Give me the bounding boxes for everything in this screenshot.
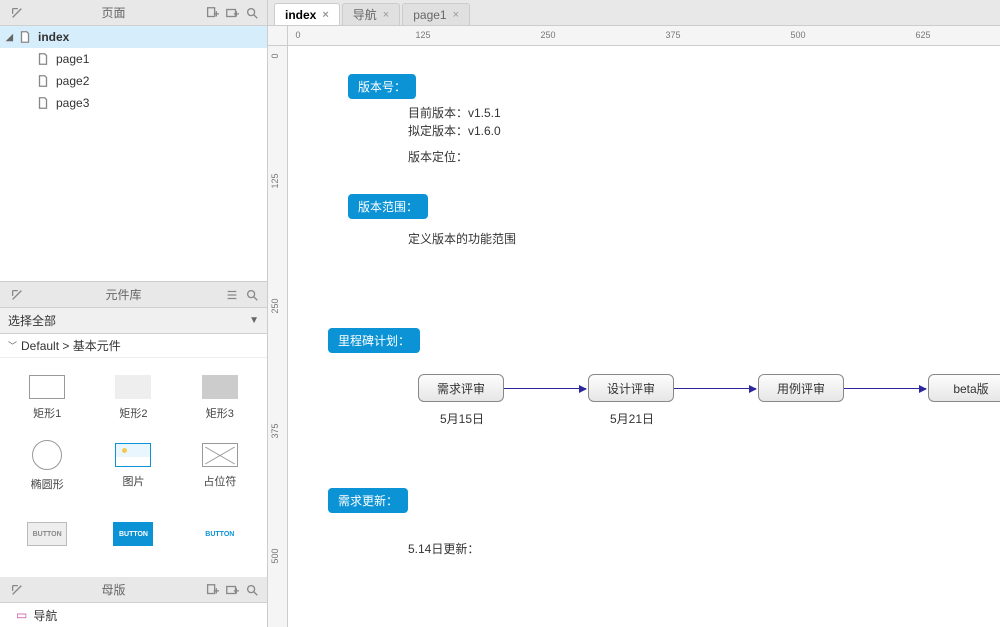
- text-version-position[interactable]: 版本定位：: [408, 148, 468, 167]
- connector-arrow[interactable]: [674, 388, 756, 389]
- editor-tabs: index× 导航× page1×: [268, 0, 1000, 26]
- add-page-icon[interactable]: [203, 4, 221, 22]
- widget-rect1[interactable]: 矩形1: [4, 366, 90, 430]
- badge-version[interactable]: 版本号：: [348, 74, 416, 99]
- caret-icon[interactable]: ◢: [6, 32, 18, 43]
- collapse-icon[interactable]: [8, 286, 26, 304]
- widget-button3[interactable]: BUTTON: [177, 502, 263, 566]
- left-sidebar: 页面 ◢ index page1 page2 page3 元件库 选择全部: [0, 0, 268, 627]
- master-label: 导航: [33, 607, 57, 624]
- page-label: page1: [56, 52, 89, 66]
- connector-arrow[interactable]: [844, 388, 926, 389]
- search-icon[interactable]: [243, 286, 261, 304]
- master-icon: ▭: [16, 608, 27, 622]
- search-icon[interactable]: [243, 4, 261, 22]
- tab-page1[interactable]: page1×: [402, 3, 470, 25]
- widget-ellipse[interactable]: 椭圆形: [4, 434, 90, 498]
- add-folder-icon[interactable]: [223, 581, 241, 599]
- pages-panel-title: 页面: [26, 4, 201, 21]
- text-current-version[interactable]: 目前版本：v1.5.1: [408, 104, 501, 123]
- library-path: Default > 基本元件: [21, 337, 121, 354]
- add-folder-icon[interactable]: [223, 4, 241, 22]
- widgets-panel-header: 元件库: [0, 282, 267, 308]
- ruler-corner: [268, 26, 288, 46]
- page-label: index: [38, 30, 69, 44]
- page-icon: [18, 30, 32, 44]
- canvas[interactable]: 版本号： 目前版本：v1.5.1 拟定版本：v1.6.0 版本定位： 版本范围：…: [288, 46, 1000, 627]
- page-icon: [36, 74, 50, 88]
- text-proposed-version[interactable]: 拟定版本：v1.6.0: [408, 122, 501, 141]
- masters-panel-header: 母版: [0, 577, 267, 603]
- page-label: page2: [56, 74, 89, 88]
- collapse-icon[interactable]: [8, 4, 26, 22]
- tab-index[interactable]: index×: [274, 3, 340, 25]
- library-category[interactable]: ﹀ Default > 基本元件: [0, 334, 267, 358]
- badge-scope[interactable]: 版本范围：: [348, 194, 428, 219]
- widget-image[interactable]: 图片: [90, 434, 176, 498]
- text-scope[interactable]: 定义版本的功能范围: [408, 230, 516, 249]
- page-tree-item[interactable]: page3: [0, 92, 267, 114]
- widgets-panel-title: 元件库: [26, 286, 221, 303]
- widget-button2[interactable]: BUTTON: [90, 502, 176, 566]
- canvas-area: index× 导航× page1× 0 125 250 375 500 625 …: [268, 0, 1000, 627]
- milestone-node[interactable]: 设计评审: [588, 374, 674, 402]
- search-icon[interactable]: [243, 581, 261, 599]
- badge-updates[interactable]: 需求更新：: [328, 488, 408, 513]
- library-selector-label: 选择全部: [8, 312, 56, 329]
- page-tree-item[interactable]: page1: [0, 48, 267, 70]
- master-item[interactable]: ▭ 导航: [0, 603, 267, 627]
- page-label: page3: [56, 96, 89, 110]
- masters-panel-title: 母版: [26, 581, 201, 598]
- connector-arrow[interactable]: [504, 388, 586, 389]
- library-selector[interactable]: 选择全部 ▼: [0, 308, 267, 334]
- milestone-date[interactable]: 5月15日: [440, 410, 484, 429]
- vertical-ruler[interactable]: 0 125 250 375 500 625: [268, 46, 288, 627]
- milestone-node[interactable]: beta版: [928, 374, 1000, 402]
- add-master-icon[interactable]: [203, 581, 221, 599]
- caret-icon: ﹀: [8, 339, 17, 352]
- close-icon[interactable]: ×: [322, 9, 328, 21]
- ruler-row: 0 125 250 375 500 625 750: [268, 26, 1000, 46]
- close-icon[interactable]: ×: [453, 9, 459, 21]
- widget-rect2[interactable]: 矩形2: [90, 366, 176, 430]
- page-tree-item[interactable]: ◢ index: [0, 26, 267, 48]
- horizontal-ruler[interactable]: 0 125 250 375 500 625 750: [288, 26, 1000, 46]
- milestone-node[interactable]: 需求评审: [418, 374, 504, 402]
- pages-panel-header: 页面: [0, 0, 267, 26]
- page-tree-item[interactable]: page2: [0, 70, 267, 92]
- badge-milestone[interactable]: 里程碑计划：: [328, 328, 420, 353]
- collapse-icon[interactable]: [8, 581, 26, 599]
- page-icon: [36, 52, 50, 66]
- text-update[interactable]: 5.14日更新：: [408, 540, 479, 559]
- widget-rect3[interactable]: 矩形3: [177, 366, 263, 430]
- widgets-grid: 矩形1 矩形2 矩形3 椭圆形 图片 占位符 BUTTON BUTTON BUT…: [0, 358, 267, 577]
- pages-tree: ◢ index page1 page2 page3: [0, 26, 267, 282]
- widget-button1[interactable]: BUTTON: [4, 502, 90, 566]
- tab-nav[interactable]: 导航×: [342, 3, 400, 25]
- menu-icon[interactable]: [223, 286, 241, 304]
- close-icon[interactable]: ×: [383, 9, 389, 21]
- page-icon: [36, 96, 50, 110]
- milestone-date[interactable]: 5月21日: [610, 410, 654, 429]
- chevron-down-icon: ▼: [249, 315, 259, 326]
- milestone-node[interactable]: 用例评审: [758, 374, 844, 402]
- widget-placeholder[interactable]: 占位符: [177, 434, 263, 498]
